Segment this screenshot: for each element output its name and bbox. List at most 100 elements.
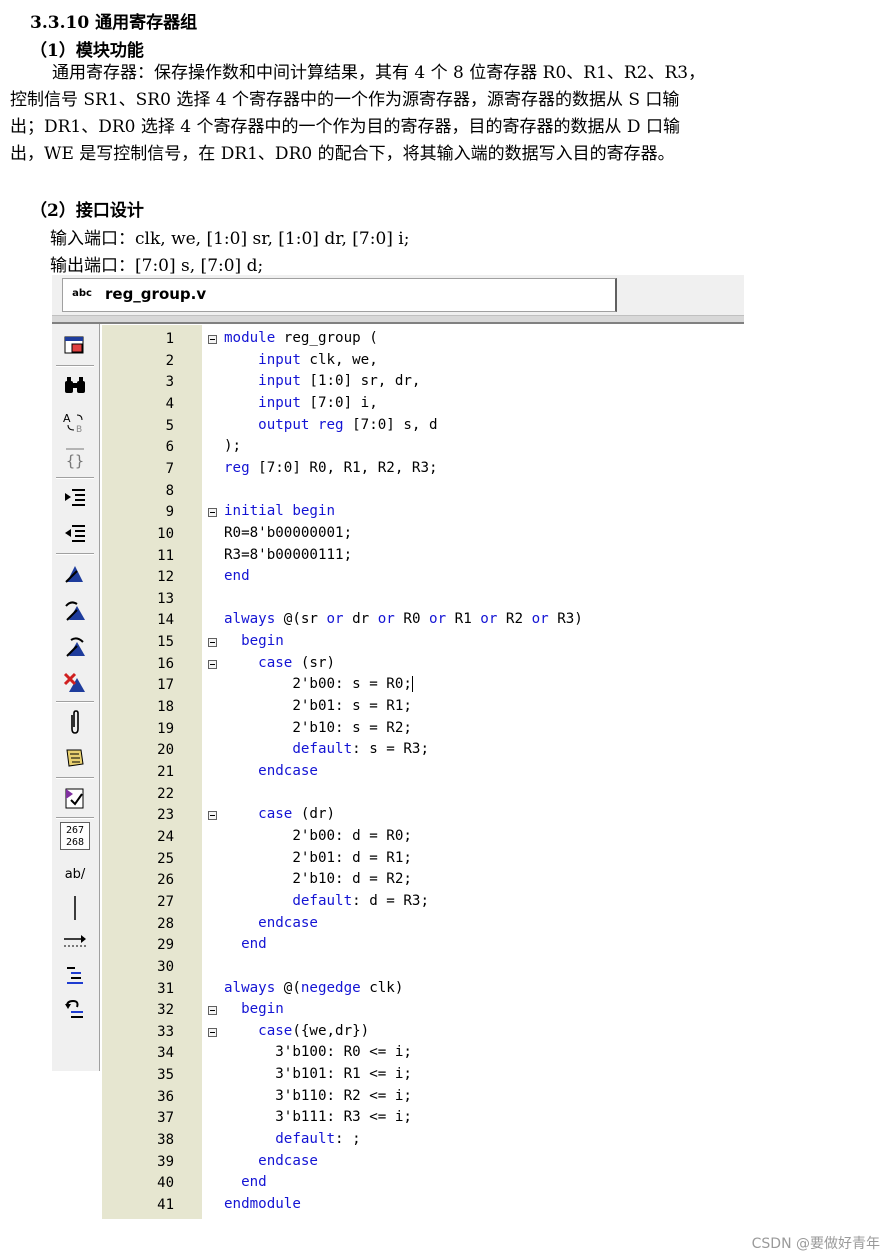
undo-list-icon[interactable] [59,995,91,1025]
input-ports-line: 输入端口：clk, we, [1:0] sr, [1:0] dr, [7:0] … [50,229,410,249]
code-line[interactable]: end [224,568,250,584]
code-line[interactable]: R0=8'b00000001; [224,525,352,541]
code-token: @(sr [275,611,327,628]
code-line[interactable]: case (sr) [224,655,335,671]
code-line[interactable]: input clk, we, [224,352,378,368]
code-line[interactable]: module reg_group ( [224,330,378,346]
code-token: (sr) [292,654,336,671]
code-line[interactable]: default: ; [224,1131,360,1147]
fold-toggle-icon[interactable] [208,638,217,648]
code-token: : s = R3; [352,741,430,758]
line-number-icon[interactable]: 267 268 [59,821,91,851]
find-binoculars-icon[interactable] [59,371,91,401]
code-line[interactable]: endcase [224,915,318,931]
line-number: 14 [157,612,174,629]
paperclip-icon[interactable] [59,707,91,737]
code-token: 2'b00: d = R0; [224,827,412,844]
line-number: 9 [165,504,174,521]
bookmark-icon[interactable] [59,559,91,589]
line-number: 36 [157,1088,174,1105]
code-line[interactable]: output reg [7:0] s, d [224,416,437,433]
code-line[interactable]: default: d = R3; [224,893,429,909]
code-line[interactable]: begin [224,633,284,649]
code-token: R2 [497,611,532,628]
code-line[interactable]: 2'b10: s = R2; [224,720,412,736]
code-line[interactable]: 3'b100: R0 <= i; [224,1044,412,1060]
code-line[interactable]: case({we,dr}) [224,1023,369,1039]
code-line[interactable]: endmodule [224,1196,301,1212]
fold-toggle-icon[interactable] [208,811,217,821]
fold-toggle-icon[interactable] [208,508,217,518]
para-line-4: 出，WE 是写控制信号，在 DR1、DR0 的配合下，将其输入端的数据写入目的寄… [10,144,675,164]
spell-icon[interactable]: ab/ [59,859,91,889]
keyword-token: initial [224,503,284,520]
line-number: 26 [157,872,174,889]
code-line[interactable]: end [224,936,267,952]
clear-bookmarks-icon[interactable] [59,667,91,697]
code-line[interactable]: 2'b01: s = R1; [224,698,412,714]
keyword-token: or [377,611,395,628]
fold-toggle-icon[interactable] [208,1006,217,1016]
code-line[interactable]: 3'b110: R2 <= i; [224,1088,412,1104]
code-line[interactable]: begin [224,1001,284,1017]
arrow-right-icon[interactable] [59,927,91,957]
toolbar-separator [56,365,94,367]
code-line[interactable]: 2'b10: d = R2; [224,871,412,887]
scroll-icon[interactable] [59,743,91,773]
code-editor-window: abc reg_group.v AB {} 267 268 ab/ 1 modu… [52,275,744,1219]
line-number: 35 [157,1067,174,1084]
subsection-interface-design: （2）接口设计 [30,201,144,221]
code-token: 2'b10: d = R2; [224,871,412,888]
code-line[interactable]: case (dr) [224,806,335,822]
code-line[interactable]: 3'b111: R3 <= i; [224,1109,412,1125]
code-token: R0 [394,611,430,628]
line-number: 15 [157,634,174,651]
code-line[interactable]: input [7:0] i, [224,395,378,411]
code-line[interactable]: 2'b00: d = R0; [224,828,412,844]
code-line[interactable]: always @(negedge clk) [224,980,403,996]
para-line-2: 控制信号 SR1、SR0 选择 4 个寄存器中的一个作为源寄存器，源寄存器的数据… [10,90,680,110]
keyword-token: case [258,1022,293,1039]
code-line[interactable]: reg [7:0] R0, R1, R2, R3; [224,460,438,476]
code-line[interactable]: 2'b01: d = R1; [224,850,412,866]
code-line[interactable]: initial begin [224,503,335,519]
code-line[interactable]: default: s = R3; [224,741,429,757]
line-number: 21 [157,764,174,780]
previous-bookmark-icon[interactable] [59,631,91,661]
find-replace-icon[interactable]: AB [59,407,91,437]
keyword-token: default [292,741,353,758]
code-line[interactable]: endcase [224,1153,318,1169]
insert-file-icon[interactable] [59,331,91,361]
code-line[interactable]: endcase [224,763,318,779]
code-line[interactable]: input [1:0] sr, dr, [224,373,420,389]
file-tab[interactable]: abc reg_group.v [62,278,617,312]
fold-toggle-icon[interactable] [208,1027,217,1037]
code-line[interactable]: 2'b00: s = R0; [224,676,413,693]
code-line[interactable]: ); [224,438,241,454]
keyword-token: module [224,330,276,346]
next-bookmark-icon[interactable] [59,595,91,625]
keyword-token: begin [241,633,284,650]
keyword-token: case [258,654,293,671]
align-list-icon[interactable] [59,961,91,991]
unindent-icon[interactable] [59,519,91,549]
keyword-token: reg [317,416,344,433]
keyword-token: output [258,416,310,433]
code-token: dr [343,611,378,628]
editor-tab-bar: abc reg_group.v [52,275,744,316]
code-line[interactable]: R3=8'b00000111; [224,547,352,563]
code-line[interactable]: 3'b101: R1 <= i; [224,1066,412,1082]
fold-toggle-icon[interactable] [208,335,217,344]
indent-icon[interactable] [59,483,91,513]
fold-toggle-icon[interactable] [208,659,217,669]
keyword-token: begin [241,1001,284,1018]
line-number: 13 [157,590,174,607]
code-line[interactable]: always @(sr or dr or R0 or R1 or R2 or R… [224,611,583,627]
vertical-bar-icon[interactable] [59,893,91,923]
code-line[interactable]: end [224,1174,267,1190]
braces-icon[interactable]: {} [59,443,91,473]
output-ports-line: 输出端口：[7:0] s, [7:0] d; [50,256,264,276]
check-file-icon[interactable] [59,783,91,813]
